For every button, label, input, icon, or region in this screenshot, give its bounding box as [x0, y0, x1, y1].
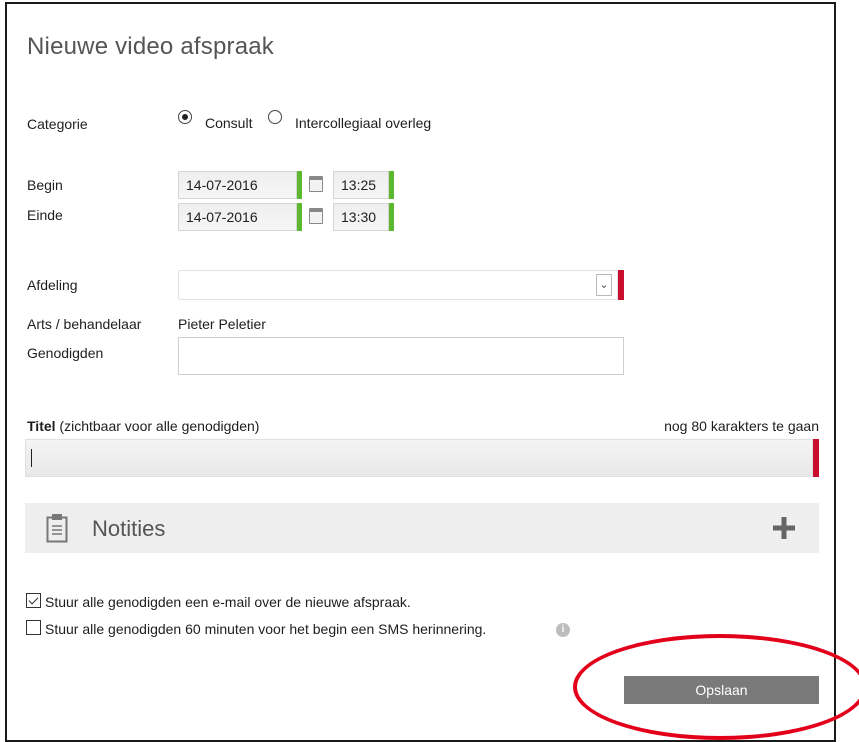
clipboard-icon [46, 514, 68, 543]
sms-check-box[interactable] [26, 620, 41, 635]
calendar-icon[interactable] [309, 208, 323, 224]
calendar-icon[interactable] [309, 176, 323, 192]
sms-option-label[interactable]: Stuur alle genodigden 60 minuten voor he… [45, 621, 486, 637]
radio-consult[interactable] [178, 110, 192, 129]
notes-label: Notities [92, 516, 166, 541]
title-field-label: Titel (zichtbaar voor alle genodigden) [27, 418, 259, 434]
radio-intercollegiaal-button[interactable] [268, 110, 282, 124]
end-date-input[interactable]: 14-07-2016 [178, 203, 297, 231]
save-button[interactable]: Opslaan [624, 676, 819, 704]
radio-consult-button[interactable] [178, 110, 192, 124]
title-field-label-rest: (zichtbaar voor alle genodigden) [59, 418, 260, 434]
sms-checkbox[interactable] [26, 620, 41, 640]
chevron-down-icon[interactable]: ⌄ [596, 274, 612, 296]
invitees-label: Genodigden [27, 345, 104, 361]
email-checkbox[interactable] [26, 593, 41, 613]
begin-time-valid-bar [389, 171, 394, 199]
title-input[interactable] [25, 439, 813, 477]
begin-date-valid-bar [297, 171, 302, 199]
end-label: Einde [27, 207, 63, 223]
title-char-counter: nog 80 karakters te gaan [664, 418, 819, 434]
end-date-valid-bar [297, 203, 302, 231]
invitees-input[interactable] [178, 337, 624, 375]
department-label: Afdeling [27, 277, 78, 293]
info-icon[interactable]: i [556, 623, 570, 637]
begin-time-input[interactable]: 13:25 [333, 171, 389, 199]
dialog-title: Nieuwe video afspraak [27, 33, 275, 60]
category-label: Categorie [27, 116, 88, 132]
doctor-value: Pieter Peletier [178, 316, 266, 332]
radio-intercollegiaal-label[interactable]: Intercollegiaal overleg [295, 115, 431, 131]
end-time-valid-bar [389, 203, 394, 231]
begin-label: Begin [27, 177, 63, 193]
radio-consult-label[interactable]: Consult [205, 115, 252, 131]
email-option-label[interactable]: Stuur alle genodigden een e-mail over de… [45, 594, 411, 610]
radio-intercollegiaal[interactable] [268, 110, 282, 129]
department-select[interactable] [178, 270, 618, 300]
email-check-box[interactable] [26, 593, 41, 608]
title-field-label-bold: Titel [27, 418, 56, 434]
text-caret [31, 449, 32, 467]
title-invalid-bar [813, 439, 819, 477]
department-invalid-bar [618, 270, 624, 300]
plus-icon[interactable] [773, 517, 795, 539]
end-time-input[interactable]: 13:30 [333, 203, 389, 231]
begin-date-input[interactable]: 14-07-2016 [178, 171, 297, 199]
doctor-label: Arts / behandelaar [27, 316, 142, 332]
